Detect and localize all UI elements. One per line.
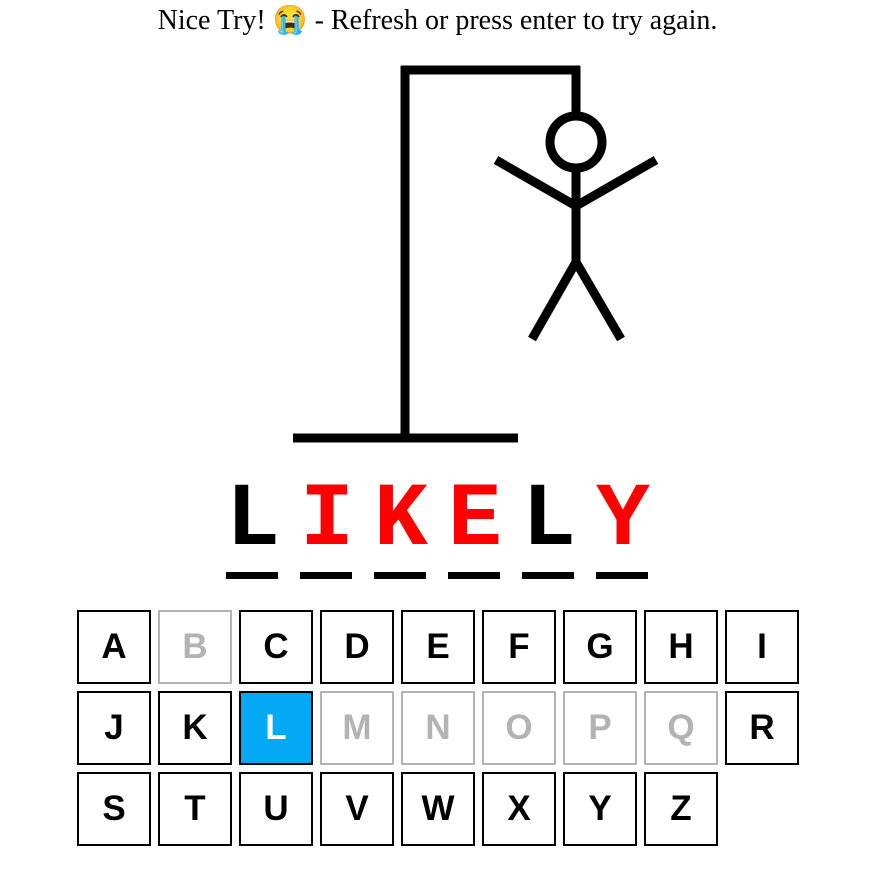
key-j[interactable]: J bbox=[77, 691, 151, 765]
word-letter-slot: L bbox=[522, 470, 577, 579]
key-l[interactable]: L bbox=[239, 691, 313, 765]
key-o[interactable]: O bbox=[482, 691, 556, 765]
revealed-missed-letter: I bbox=[300, 470, 355, 572]
letter-underline bbox=[300, 572, 352, 579]
letter-underline bbox=[448, 572, 500, 579]
key-h[interactable]: H bbox=[644, 610, 718, 684]
key-t[interactable]: T bbox=[158, 772, 232, 846]
key-b[interactable]: B bbox=[158, 610, 232, 684]
key-i[interactable]: I bbox=[725, 610, 799, 684]
word-display: LIKELY bbox=[226, 470, 651, 579]
key-v[interactable]: V bbox=[320, 772, 394, 846]
key-z[interactable]: Z bbox=[644, 772, 718, 846]
word-letter-slot: I bbox=[300, 470, 355, 579]
key-d[interactable]: D bbox=[320, 610, 394, 684]
key-c[interactable]: C bbox=[239, 610, 313, 684]
key-u[interactable]: U bbox=[239, 772, 313, 846]
letter-underline bbox=[226, 572, 278, 579]
letter-underline bbox=[522, 572, 574, 579]
letter-underline bbox=[596, 572, 648, 579]
key-m[interactable]: M bbox=[320, 691, 394, 765]
word-letter-slot: E bbox=[448, 470, 503, 579]
key-s[interactable]: S bbox=[77, 772, 151, 846]
revealed-missed-letter: E bbox=[448, 470, 503, 572]
word-letter-slot: Y bbox=[596, 470, 651, 579]
word-letter-slot: L bbox=[226, 470, 281, 579]
revealed-missed-letter: Y bbox=[596, 470, 651, 572]
key-q[interactable]: Q bbox=[644, 691, 718, 765]
key-k[interactable]: K bbox=[158, 691, 232, 765]
key-y[interactable]: Y bbox=[563, 772, 637, 846]
letter-underline bbox=[374, 572, 426, 579]
guessed-letter: L bbox=[226, 470, 281, 572]
key-g[interactable]: G bbox=[563, 610, 637, 684]
revealed-missed-letter: K bbox=[374, 470, 429, 572]
hangman-right-leg bbox=[572, 259, 625, 342]
key-x[interactable]: X bbox=[482, 772, 556, 846]
word-letter-slot: K bbox=[374, 470, 429, 579]
key-p[interactable]: P bbox=[563, 691, 637, 765]
key-w[interactable]: W bbox=[401, 772, 475, 846]
letter-keyboard: ABCDEFGHI JKLMNOPQR STUVWXYZ bbox=[77, 610, 799, 846]
guessed-letter: L bbox=[522, 470, 577, 572]
key-r[interactable]: R bbox=[725, 691, 799, 765]
key-e[interactable]: E bbox=[401, 610, 475, 684]
hangman-drawing bbox=[293, 65, 659, 443]
hangman-left-leg bbox=[528, 259, 580, 342]
key-n[interactable]: N bbox=[401, 691, 475, 765]
key-a[interactable]: A bbox=[77, 610, 151, 684]
hangman-head bbox=[545, 111, 607, 173]
key-f[interactable]: F bbox=[482, 610, 556, 684]
